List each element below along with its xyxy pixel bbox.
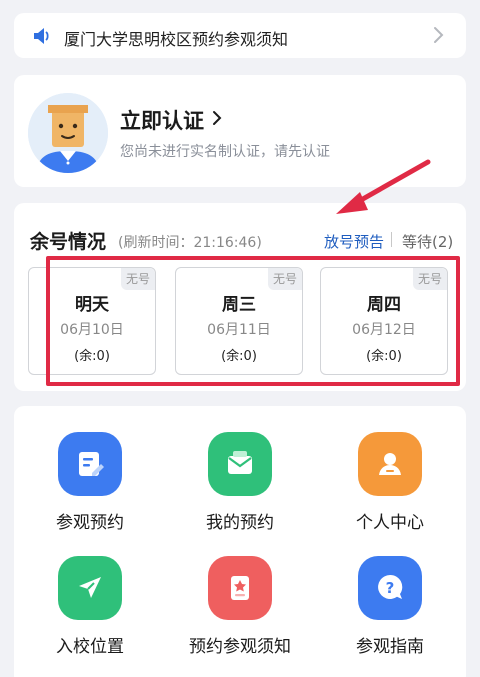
release-preview-link[interactable]: 放号预告 [324,231,384,252]
quota-heading: 余号情况 [30,231,107,253]
help-chat-icon: ? [358,556,422,620]
notice-text: 厦门大学思明校区预约参观须知 [64,30,289,49]
menu-label: 入校位置 [56,637,124,657]
highlight-frame [46,256,460,386]
speaker-icon [34,28,49,44]
person-icon [358,432,422,496]
chevron-right-icon [213,111,222,125]
svg-text:?: ? [386,579,395,597]
menu-label: 预约参观须知 [189,637,291,657]
refresh-time: (刷新时间：21:16:46) [118,235,262,251]
edit-note-icon [58,432,122,496]
auth-subtitle: 您尚未进行实名制认证，请先认证 [120,144,330,160]
document-star-icon [208,556,272,620]
avatar-illustration-icon [28,93,108,173]
divider [391,232,392,247]
avatar [28,93,108,173]
menu-grid: 参观预约 我的预约 个人中心 入校位置 预约参观须知 ? 参观指南 [14,406,466,677]
menu-label: 参观预约 [56,513,124,533]
location-arrow-icon [58,556,122,620]
menu-label: 我的预约 [206,513,274,533]
chevron-right-icon [434,27,444,43]
envelope-icon [208,432,272,496]
notice-bar[interactable]: 厦门大学思明校区预约参观须知 [14,13,466,58]
menu-label: 参观指南 [356,637,424,657]
waitlist-link[interactable]: 等待(2) [402,231,453,252]
annotation-arrow-icon [336,159,431,214]
menu-label: 个人中心 [356,513,424,533]
auth-title[interactable]: 立即认证 [120,105,204,135]
